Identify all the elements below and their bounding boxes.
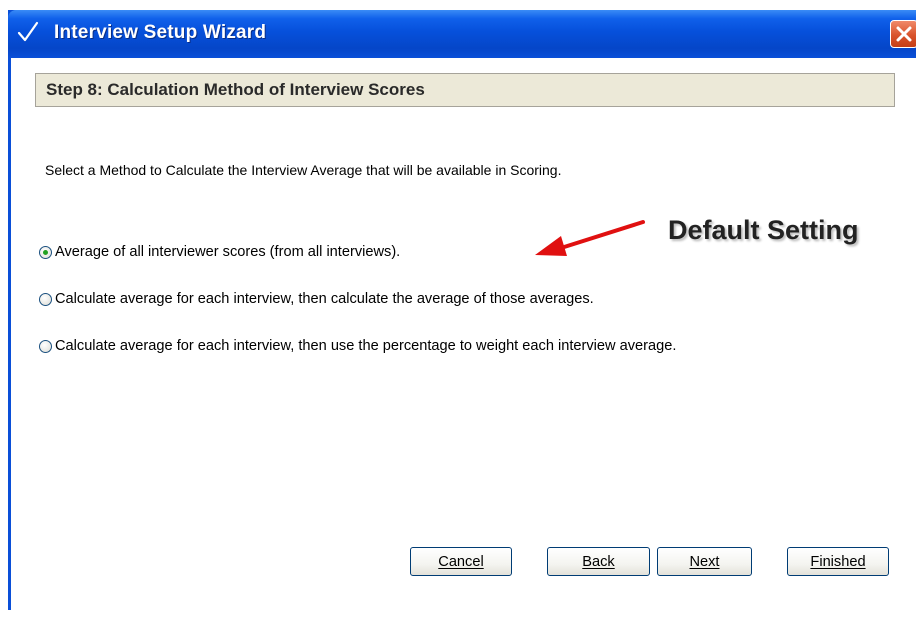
radio-button[interactable] bbox=[39, 292, 52, 306]
step-header: Step 8: Calculation Method of Interview … bbox=[35, 73, 895, 107]
finished-button[interactable]: Finished bbox=[787, 547, 889, 576]
option-label: Average of all interviewer scores (from … bbox=[55, 244, 401, 260]
option-label: Calculate average for each interview, th… bbox=[55, 291, 594, 307]
option-label: Calculate average for each interview, th… bbox=[55, 338, 677, 354]
window-title: Interview Setup Wizard bbox=[54, 22, 267, 43]
option-weighted-average[interactable]: Calculate average for each interview, th… bbox=[39, 338, 676, 354]
title-bar[interactable]: Interview Setup Wizard bbox=[8, 10, 916, 58]
radio-button-selected[interactable] bbox=[39, 245, 52, 259]
close-icon bbox=[896, 26, 912, 42]
close-button[interactable] bbox=[890, 20, 916, 48]
radio-button[interactable] bbox=[39, 339, 52, 353]
wizard-content: Step 8: Calculation Method of Interview … bbox=[11, 58, 916, 618]
check-icon bbox=[17, 21, 39, 42]
cancel-button[interactable]: Cancel bbox=[410, 547, 512, 576]
wizard-window: Interview Setup Wizard Step 8: Calculati… bbox=[8, 10, 916, 618]
instruction-text: Select a Method to Calculate the Intervi… bbox=[45, 162, 562, 178]
back-button[interactable]: Back bbox=[547, 547, 650, 576]
red-arrow-icon bbox=[535, 220, 645, 256]
default-setting-annotation: Default Setting bbox=[668, 215, 859, 245]
step-title: Step 8: Calculation Method of Interview … bbox=[46, 80, 425, 99]
next-button[interactable]: Next bbox=[657, 547, 752, 576]
option-average-of-averages[interactable]: Calculate average for each interview, th… bbox=[39, 291, 594, 307]
option-average-all[interactable]: Average of all interviewer scores (from … bbox=[39, 244, 400, 260]
